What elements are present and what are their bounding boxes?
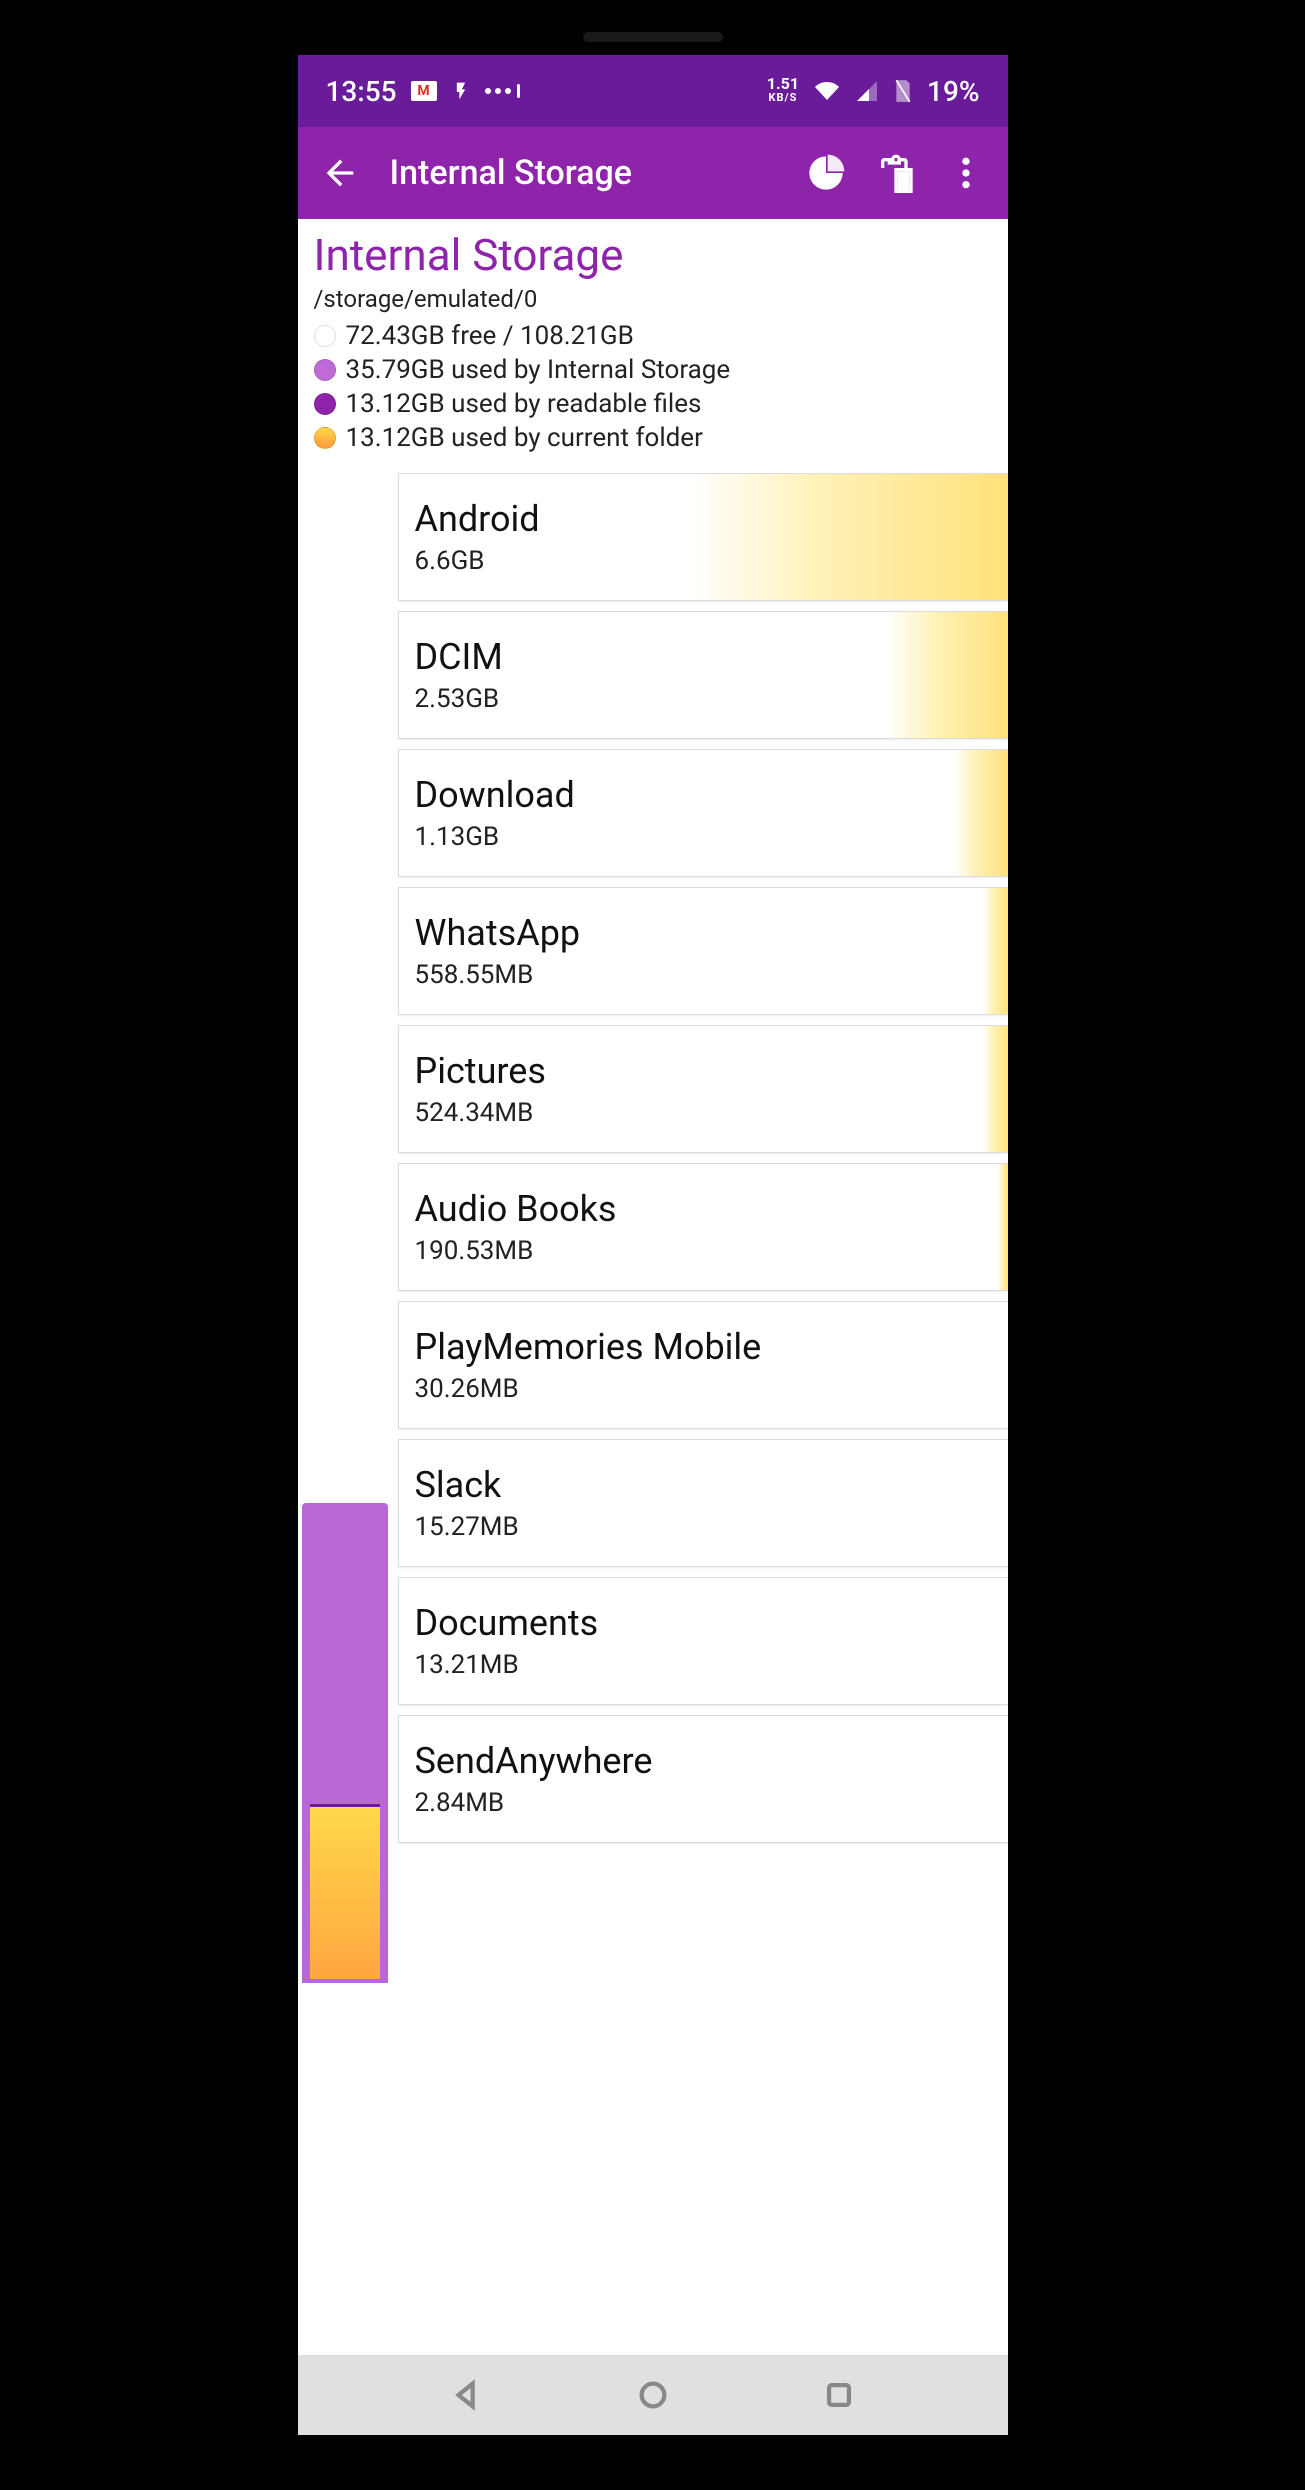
folder-size: 1.13GB [415,822,992,852]
legend-row: 35.79GB used by Internal Storage [314,355,992,385]
folder-item[interactable]: Download 1.13GB [398,749,1008,877]
legend-text: 13.12GB used by current folder [346,423,703,453]
folder-name: SendAnywhere [415,1740,992,1782]
folder-size: 2.84MB [415,1788,992,1818]
folder-size: 558.55MB [415,960,992,990]
main-area: Android 6.6GB DCIM 2.53GB Download 1.13GB What… [298,473,1008,1983]
speed-unit: KB/S [767,91,799,105]
status-left: 13:55 [326,75,520,108]
legend-row: 72.43GB free / 108.21GB [314,321,992,351]
screen: 13:55 1.51 KB/S 19% Internal Storage [298,55,1008,2435]
folder-size: 30.26MB [415,1374,992,1404]
more-status-icon [485,84,520,98]
sim-icon [893,78,913,104]
nav-recent-icon [822,2378,856,2412]
storage-legend: 72.43GB free / 108.21GB 35.79GB used by I… [314,321,992,453]
legend-row: 13.12GB used by readable files [314,389,992,419]
more-vert-icon [946,153,986,193]
folder-item[interactable]: Slack 15.27MB [398,1439,1008,1567]
folder-size: 190.53MB [415,1236,992,1266]
legend-dot [314,393,336,415]
app-bar-title: Internal Storage [390,153,776,193]
storage-path: /storage/emulated/0 [314,285,992,313]
legend-dot [314,359,336,381]
app-bar: Internal Storage [298,127,1008,219]
usage-bar-column [298,473,398,1983]
content-area: Internal Storage /storage/emulated/0 72.… [298,219,1008,2355]
folder-fill-bar [998,1164,1007,1290]
status-bar: 13:55 1.51 KB/S 19% [298,55,1008,127]
folder-size: 13.21MB [415,1650,992,1680]
usage-bar-inner [310,1804,380,1979]
folder-size: 15.27MB [415,1512,992,1542]
folder-item[interactable]: SendAnywhere 2.84MB [398,1715,1008,1843]
phone-frame: 13:55 1.51 KB/S 19% Internal Storage [243,0,1063,2490]
signal-icon [855,79,879,103]
nav-recent-button[interactable] [822,2378,856,2412]
storage-header: Internal Storage /storage/emulated/0 72.… [298,219,1008,473]
folder-name: Slack [415,1464,992,1506]
legend-row: 13.12GB used by current folder [314,423,992,453]
nav-home-icon [636,2378,670,2412]
back-arrow-icon [320,153,360,193]
overflow-button[interactable] [946,153,986,193]
chart-button[interactable] [806,153,846,193]
phone-speaker [583,32,723,42]
legend-text: 13.12GB used by readable files [346,389,702,419]
folder-size: 2.53GB [415,684,992,714]
nav-home-button[interactable] [636,2378,670,2412]
folder-name: Android [415,498,992,540]
back-button[interactable] [320,153,360,193]
folder-name: Audio Books [415,1188,992,1230]
legend-text: 72.43GB free / 108.21GB [346,321,634,351]
folder-name: DCIM [415,636,992,678]
navigation-bar [298,2355,1008,2435]
usage-bar-outer [302,1503,388,1983]
pie-chart-icon [806,153,846,193]
folder-item[interactable]: PlayMemories Mobile 30.26MB [398,1301,1008,1429]
folder-item[interactable]: Audio Books 190.53MB [398,1163,1008,1291]
folder-name: PlayMemories Mobile [415,1326,992,1368]
folder-list[interactable]: Android 6.6GB DCIM 2.53GB Download 1.13GB What… [398,473,1008,1983]
status-right: 1.51 KB/S 19% [767,75,980,108]
folder-name: Documents [415,1602,992,1644]
folder-item[interactable]: Documents 13.21MB [398,1577,1008,1705]
status-time: 13:55 [326,75,397,108]
legend-dot [314,325,336,347]
folder-size: 6.6GB [415,546,992,576]
storage-title: Internal Storage [314,229,992,281]
folder-item[interactable]: DCIM 2.53GB [398,611,1008,739]
clipboard-button[interactable] [876,153,916,193]
folder-size: 524.34MB [415,1098,992,1128]
nav-back-button[interactable] [450,2378,484,2412]
legend-text: 35.79GB used by Internal Storage [346,355,731,385]
battery-percent: 19% [927,75,979,108]
folder-name: Pictures [415,1050,992,1092]
lightning-icon [451,79,471,103]
legend-dot [314,427,336,449]
clipboard-paste-icon [876,153,916,193]
folder-item[interactable]: Android 6.6GB [398,473,1008,601]
network-speed: 1.51 KB/S [767,77,799,105]
folder-item[interactable]: WhatsApp 558.55MB [398,887,1008,1015]
gmail-icon [411,81,437,101]
folder-name: Download [415,774,992,816]
folder-item[interactable]: Pictures 524.34MB [398,1025,1008,1153]
wifi-icon [813,79,841,103]
folder-name: WhatsApp [415,912,992,954]
nav-back-icon [450,2378,484,2412]
